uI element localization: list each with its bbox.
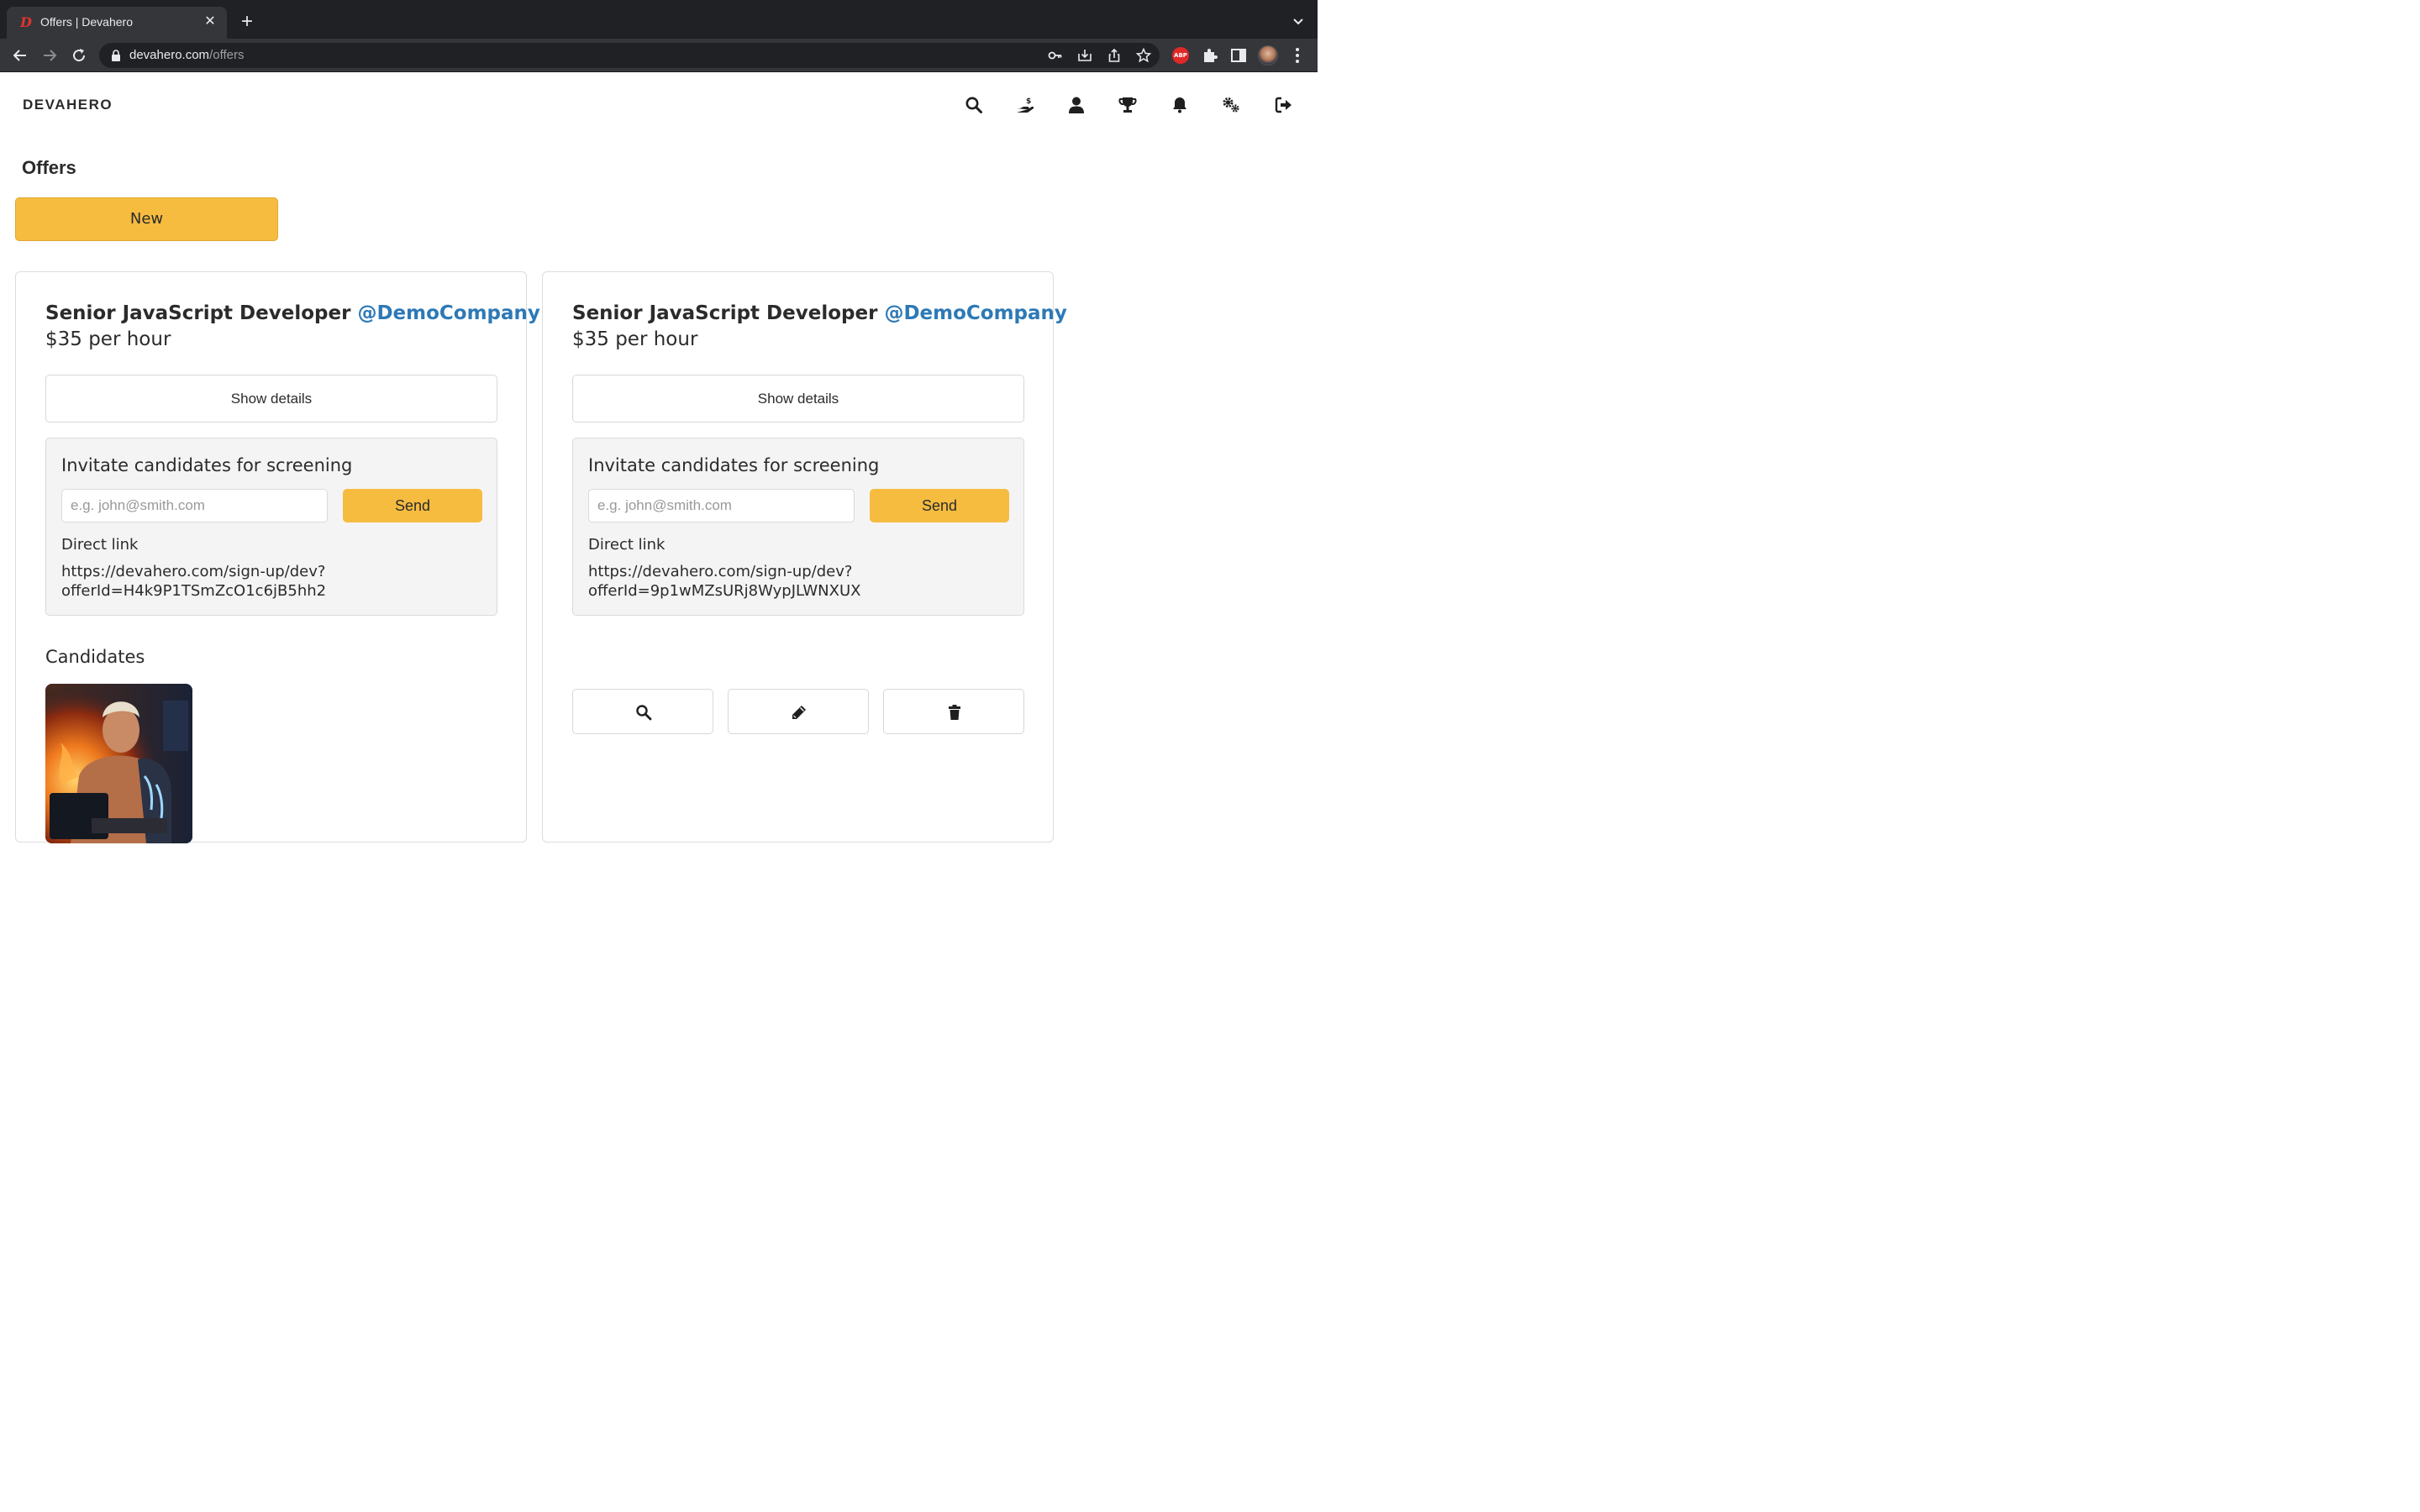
reload-icon[interactable] — [69, 45, 89, 66]
tab-search-chevron-icon[interactable] — [1291, 13, 1306, 29]
browser-tab[interactable]: D Offers | Devahero ✕ — [7, 7, 227, 39]
back-arrow-icon[interactable] — [10, 45, 30, 66]
browser-tabstrip: D Offers | Devahero ✕ + — [0, 0, 1318, 39]
install-app-icon[interactable] — [1076, 47, 1093, 64]
offer-rate: $35 per hour — [45, 328, 171, 350]
share-icon[interactable] — [1106, 47, 1123, 64]
offer-title: Senior JavaScript Developer @DemoCompany — [572, 302, 1067, 324]
bell-icon[interactable] — [1171, 96, 1189, 114]
direct-link-line: https://devahero.com/sign-up/dev? — [588, 563, 853, 580]
sign-out-icon[interactable] — [1275, 96, 1293, 114]
bookmark-star-icon[interactable] — [1135, 47, 1152, 64]
lock-icon[interactable] — [111, 50, 121, 61]
profile-avatar[interactable] — [1258, 45, 1278, 66]
direct-link-line: offerId=H4k9P1TSmZcO1c6jB5hh2 — [61, 582, 327, 600]
url-path: /offers — [209, 48, 245, 62]
invite-email-input[interactable]: e.g. john@smith.com — [588, 489, 855, 522]
forward-arrow-icon[interactable] — [39, 45, 60, 66]
browser-toolbar: devahero.com/offers — [0, 39, 1318, 72]
direct-link-url[interactable]: https://devahero.com/sign-up/dev? offerI… — [61, 562, 481, 601]
direct-link-url[interactable]: https://devahero.com/sign-up/dev? offerI… — [588, 562, 1008, 601]
company-link[interactable]: @DemoCompany — [357, 302, 539, 324]
invite-email-input[interactable]: e.g. john@smith.com — [61, 489, 328, 522]
address-bar[interactable]: devahero.com/offers — [99, 43, 1160, 68]
search-icon[interactable] — [965, 96, 983, 114]
candidate-avatar[interactable] — [45, 684, 192, 843]
extensions-puzzle-icon[interactable] — [1200, 45, 1220, 66]
offer-position: Senior JavaScript Developer — [572, 302, 878, 324]
candidate-portrait-image — [45, 684, 192, 843]
new-offer-button[interactable]: New — [15, 197, 278, 241]
direct-link-line: offerId=9p1wMZsURj8WypJLWNXUX — [588, 582, 861, 600]
tab-title: Offers | Devahero — [40, 15, 133, 29]
trash-icon — [949, 705, 960, 720]
svg-text:$: $ — [1026, 97, 1031, 106]
direct-link-line: https://devahero.com/sign-up/dev? — [61, 563, 326, 580]
trophy-icon[interactable] — [1118, 96, 1137, 114]
page-title: Offers — [22, 157, 76, 178]
tab-close-icon[interactable]: ✕ — [202, 13, 218, 30]
pencil-icon — [792, 706, 806, 719]
new-tab-icon[interactable]: + — [237, 12, 257, 32]
view-offer-button[interactable] — [572, 689, 713, 734]
invite-panel: Invitate candidates for screening e.g. j… — [572, 438, 1024, 616]
invite-panel: Invitate candidates for screening e.g. j… — [45, 438, 497, 616]
offer-card: Senior JavaScript Developer @DemoCompany… — [15, 271, 540, 843]
hand-holding-dollar-icon[interactable]: $ — [1016, 96, 1034, 114]
user-icon[interactable] — [1067, 96, 1086, 114]
adblock-extension-icon[interactable]: ABP — [1172, 47, 1189, 64]
offer-position: Senior JavaScript Developer — [45, 302, 351, 324]
key-icon[interactable] — [1047, 47, 1064, 64]
url-host: devahero.com — [129, 48, 210, 62]
url-text[interactable]: devahero.com/offers — [129, 48, 244, 62]
direct-link-label: Direct link — [588, 536, 666, 554]
side-panel-icon[interactable] — [1228, 45, 1249, 66]
devahero-favicon-icon: D — [20, 14, 32, 30]
send-invite-button[interactable]: Send — [870, 489, 1009, 522]
offer-rate: $35 per hour — [572, 328, 698, 350]
show-details-button[interactable]: Show details — [572, 375, 1024, 423]
edit-offer-button[interactable] — [728, 689, 869, 734]
app-logo[interactable]: DEVAHERO — [23, 97, 113, 113]
candidates-heading: Candidates — [45, 647, 145, 667]
send-invite-button[interactable]: Send — [343, 489, 482, 522]
offer-card: Senior JavaScript Developer @DemoCompany… — [542, 271, 1067, 843]
offer-title: Senior JavaScript Developer @DemoCompany — [45, 302, 540, 324]
invite-title: Invitate candidates for screening — [61, 455, 353, 475]
invite-title: Invitate candidates for screening — [588, 455, 880, 475]
company-link[interactable]: @DemoCompany — [884, 302, 1066, 324]
delete-offer-button[interactable] — [883, 689, 1024, 734]
browser-menu-icon[interactable] — [1287, 45, 1307, 66]
search-icon — [636, 705, 652, 721]
gears-icon[interactable] — [1222, 96, 1240, 114]
direct-link-label: Direct link — [61, 536, 139, 554]
show-details-button[interactable]: Show details — [45, 375, 497, 423]
